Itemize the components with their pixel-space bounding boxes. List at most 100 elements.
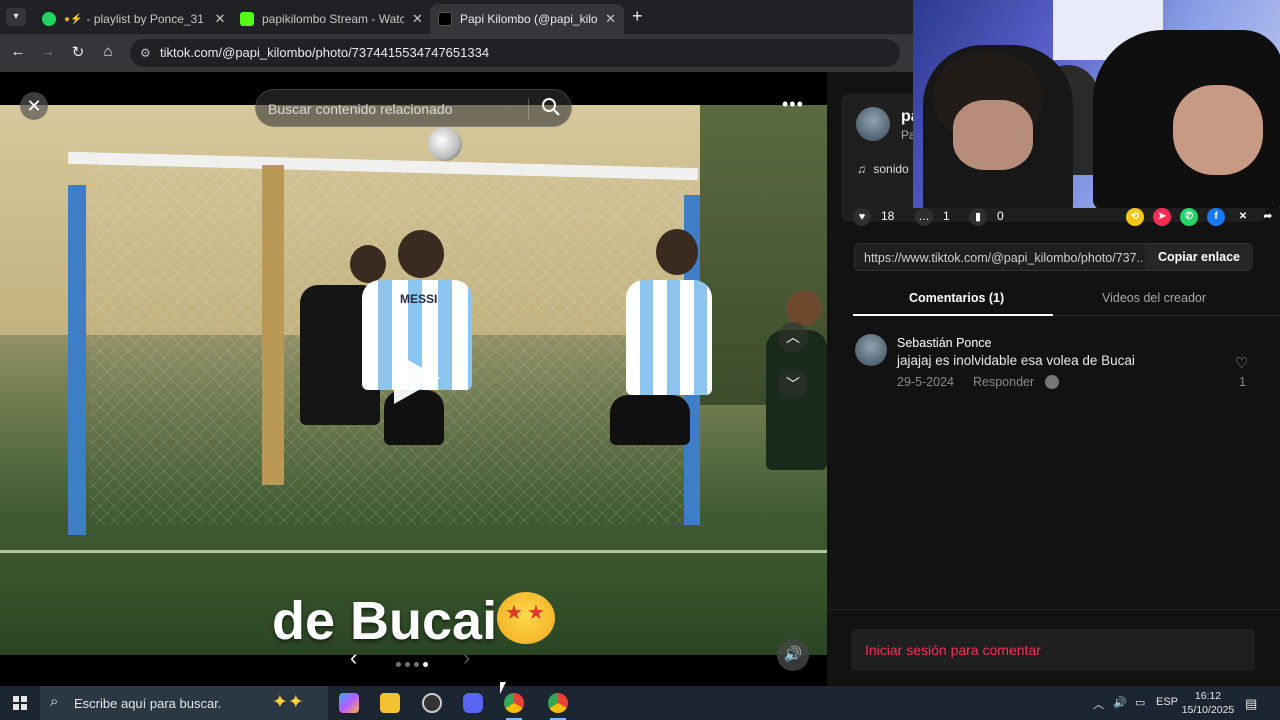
page-dot-active[interactable] [423, 662, 428, 667]
file-explorer-icon[interactable] [380, 693, 400, 713]
reply-button[interactable]: Responder [973, 375, 1034, 389]
tab-tiktok[interactable]: Papi Kilombo (@papi_kilombo) ✕ [430, 4, 624, 34]
page-dot[interactable] [414, 662, 419, 667]
comment-login-bar: Iniciar sesión para comentar [827, 609, 1280, 686]
commenter-avatar[interactable] [855, 334, 887, 366]
comment-like-count: 1 [1239, 375, 1246, 389]
spotify-icon [42, 12, 56, 26]
tab-title: - playlist by Ponce_31 [86, 12, 204, 26]
tab-title: Papi Kilombo (@papi_kilombo) [460, 12, 598, 26]
close-viewer-button[interactable]: ✕ [20, 92, 48, 120]
taskbar-search[interactable]: ⌕ Escribe aquí para buscar. ✦✦ [40, 686, 328, 720]
next-photo-icon[interactable]: › [463, 645, 470, 671]
battery-icon[interactable]: ▭ [1135, 696, 1145, 709]
link-box: https://www.tiktok.com/@papi_kilombo/pho… [854, 243, 1253, 271]
active-tab-indicator [853, 314, 1053, 316]
comment-text: jajajaj es inolvidable esa volea de Buca… [897, 353, 1135, 368]
next-post-icon[interactable]: ﹀ [778, 369, 808, 399]
reload-icon[interactable]: ↻ [68, 43, 88, 61]
whatsapp-icon[interactable]: ✆ [1180, 208, 1198, 226]
clock-time: 16:12 [1194, 690, 1222, 702]
sparkle-icon: ✦✦ [272, 692, 304, 713]
tab-title: papikilombo Stream - Watch Li [262, 12, 404, 26]
send-icon[interactable]: ➤ [1153, 208, 1171, 226]
star-struck-emoji-icon [497, 592, 555, 644]
related-search-bar[interactable]: Buscar contenido relacionado [255, 89, 572, 127]
new-tab-button[interactable]: + [632, 6, 643, 27]
clock-date: 15/10/2025 [1181, 704, 1235, 716]
forward-icon[interactable]: → [38, 43, 58, 60]
windows-start-icon[interactable] [13, 696, 27, 710]
copilot-icon[interactable] [339, 693, 359, 713]
volume-tray-icon[interactable]: 🔊 [1113, 696, 1127, 709]
x-icon[interactable]: ✕ [1234, 208, 1252, 226]
player-head [350, 245, 386, 283]
tab-kick[interactable]: papikilombo Stream - Watch Li ✕ [232, 4, 431, 34]
back-icon[interactable]: ← [8, 43, 28, 60]
share-icon[interactable]: ➦ [1259, 208, 1277, 226]
commenter-name[interactable]: Sebastián Ponce [897, 336, 992, 350]
tab-search-button[interactable]: ▾ [6, 8, 26, 26]
post-link[interactable]: https://www.tiktok.com/@papi_kilombo/pho… [864, 251, 1142, 265]
login-to-comment-button[interactable]: Iniciar sesión para comentar [851, 629, 1255, 671]
panel-tabs: Comentarios (1) Videos del creador [853, 282, 1280, 316]
kick-icon [240, 12, 254, 26]
page-dot[interactable] [396, 662, 401, 667]
close-tab-icon[interactable]: ✕ [215, 11, 226, 27]
facebook-icon[interactable]: f [1207, 208, 1225, 226]
player-argentina-jersey [626, 280, 712, 395]
music-info[interactable]: ♫ sonido [857, 162, 909, 176]
url-text: tiktok.com/@papi_kilombo/photo/737441553… [160, 45, 490, 60]
chrome-icon[interactable] [504, 693, 524, 720]
search-placeholder: Buscar contenido relacionado [268, 101, 453, 117]
like-button[interactable]: ♥ 18 [853, 208, 894, 226]
padded-post [262, 165, 284, 485]
search-icon: ⌕ [50, 693, 59, 710]
save-button[interactable]: ▮ 0 [969, 208, 1004, 226]
clock[interactable]: 16:12 15/10/2025 [1180, 689, 1236, 717]
tab-creator-videos[interactable]: Videos del creador [1102, 291, 1206, 305]
author-avatar[interactable] [856, 107, 890, 141]
webcam-overlay [913, 0, 1280, 208]
home-icon[interactable]: ⌂ [98, 43, 118, 60]
obs-icon[interactable] [422, 693, 442, 713]
close-tab-icon[interactable]: ✕ [605, 11, 616, 27]
previous-photo-icon[interactable]: ‹ [350, 645, 357, 671]
player-head [398, 230, 444, 278]
tab-spotify[interactable]: ●⚡ - playlist by Ponce_31 ✕ [34, 4, 233, 34]
address-bar[interactable]: ⚙ tiktok.com/@papi_kilombo/photo/7374415… [130, 39, 900, 67]
previous-post-icon[interactable]: ︿ [778, 322, 808, 352]
webcam-person-face [953, 100, 1033, 170]
mouse-cursor [500, 682, 506, 694]
more-options-icon[interactable]: ••• [782, 94, 804, 115]
volume-icon[interactable]: 🔊 [777, 639, 809, 671]
player-head [656, 229, 698, 275]
comment-count: 1 [943, 209, 950, 224]
photo-pagination [396, 654, 432, 672]
action-bar: ♥ 18 … 1 ▮ 0 ⟲ ➤ ✆ f ✕ ➦ [853, 208, 1273, 228]
language-indicator[interactable]: ESP [1156, 696, 1178, 708]
heart-icon: ♥ [853, 208, 871, 226]
page-dot[interactable] [405, 662, 410, 667]
music-note-icon: ♫ [857, 162, 870, 176]
close-tab-icon[interactable]: ✕ [412, 11, 423, 27]
search-icon[interactable] [541, 97, 561, 117]
save-count: 0 [997, 209, 1004, 224]
reaction-avatar-icon [1045, 375, 1059, 389]
discord-icon[interactable] [463, 693, 483, 713]
chrome-profile-icon[interactable] [548, 693, 568, 720]
site-info-icon[interactable]: ⚙ [140, 39, 151, 67]
play-icon[interactable] [394, 352, 440, 404]
repost-icon[interactable]: ⟲ [1126, 208, 1144, 226]
soccer-ball [428, 127, 462, 161]
copy-link-button[interactable]: Copiar enlace [1145, 244, 1253, 270]
tab-comments[interactable]: Comentarios (1) [909, 291, 1004, 305]
comment-button[interactable]: … 1 [915, 208, 950, 226]
playlist-emoji-icon: ●⚡ [64, 13, 83, 25]
photo-caption: de Bucai [272, 591, 498, 651]
show-hidden-icons[interactable]: ︿ [1093, 696, 1104, 712]
comment-icon: … [915, 208, 933, 226]
notifications-icon[interactable]: ▤ [1245, 696, 1257, 712]
comment-like-icon[interactable]: ♡ [1235, 354, 1248, 372]
goal-post-left [68, 185, 86, 535]
